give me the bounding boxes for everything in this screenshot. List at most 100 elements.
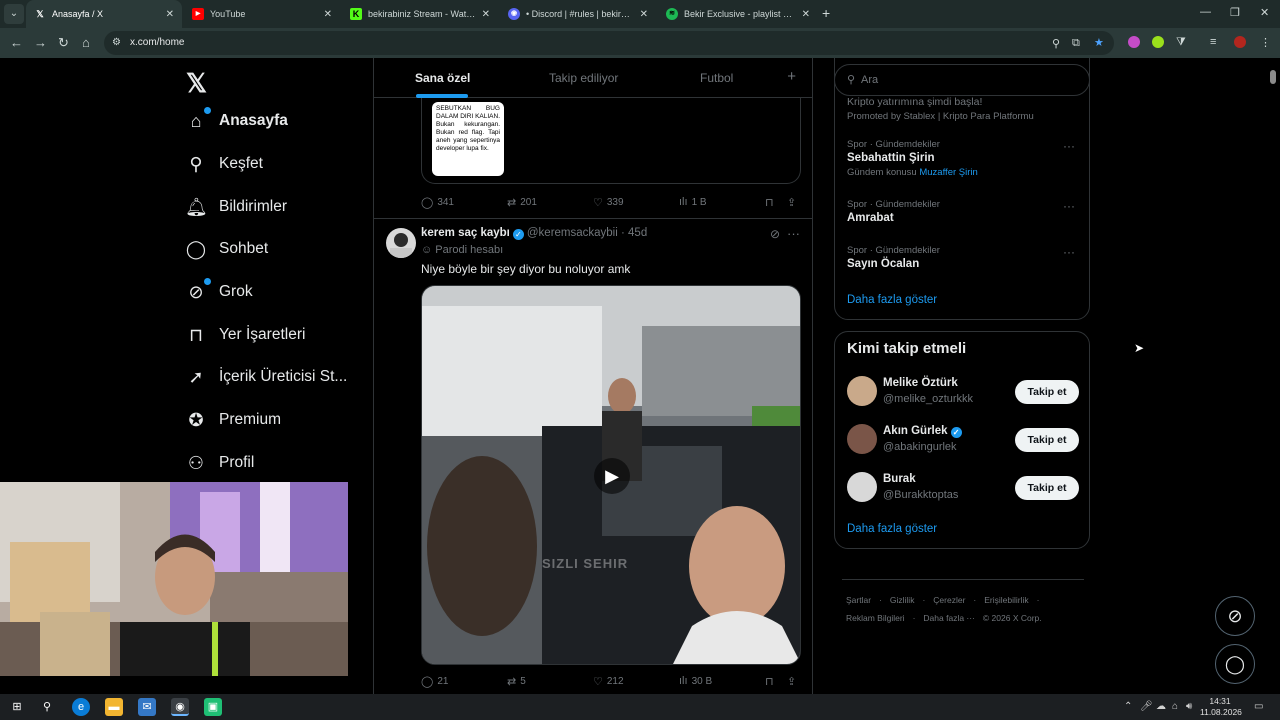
mail-icon[interactable]: ✉	[138, 698, 156, 716]
profile-avatar-icon[interactable]	[1234, 36, 1246, 48]
nav-item-grok[interactable]: ⊘ Grok	[185, 277, 253, 307]
x-logo[interactable]: 𝕏	[186, 68, 207, 99]
site-info-icon[interactable]: ⚙	[112, 37, 121, 48]
search-icon[interactable]: ⚲	[38, 698, 56, 716]
who-show-more-link[interactable]: Daha fazla göster	[847, 523, 937, 535]
repost-button[interactable]: ⇄ 5	[507, 675, 526, 688]
more-options-icon[interactable]: ···	[1063, 139, 1075, 153]
close-window-button[interactable]: ✕	[1260, 6, 1269, 19]
add-tab-icon[interactable]: +	[787, 68, 796, 85]
bookmark-star-icon[interactable]: ★	[1094, 36, 1104, 49]
share-button[interactable]: ⇪	[787, 196, 800, 209]
views-button[interactable]: ılı 30 B	[679, 675, 712, 687]
extensions-puzzle-icon[interactable]: ⧩	[1176, 36, 1186, 49]
chat-fab-button[interactable]: ◯	[1215, 644, 1255, 684]
address-bar[interactable]: ⚙ x.com/home ⚲ ⧉ ★	[104, 31, 1114, 55]
nav-item-notifications[interactable]: 🔔︎ Bildirimler	[185, 192, 287, 222]
browser-menu-icon[interactable]: ⋮	[1260, 36, 1271, 49]
microphone-icon[interactable]: 🎤︎	[1140, 701, 1153, 712]
browser-tab-spotify[interactable]: ≋ Bekir Exclusive - playlist by Bekir ✕	[658, 0, 818, 28]
reply-button[interactable]: ◯ 341	[421, 196, 454, 209]
avatar[interactable]	[386, 228, 416, 258]
avatar[interactable]	[847, 424, 877, 454]
more-options-icon[interactable]: ···	[1063, 199, 1075, 213]
tab-following[interactable]: Takip ediliyor	[549, 71, 618, 85]
home-button[interactable]: ⌂	[82, 35, 90, 50]
author-handle[interactable]: @keremsackaybii	[527, 227, 618, 239]
extension-icon[interactable]	[1152, 36, 1164, 48]
trend-item[interactable]: Spor · Gündemdekiler Sebahattin Şirin Gü…	[847, 139, 978, 178]
nav-item-profile[interactable]: ⚇ Profil	[185, 448, 254, 478]
nav-item-home[interactable]: ⌂ Anasayfa	[185, 106, 288, 136]
browser-tab-discord[interactable]: ◉ • Discord | #rules | bekirabiniz ✕	[500, 0, 656, 28]
app-icon[interactable]: ▣	[204, 698, 222, 716]
play-icon[interactable]: ▶	[594, 458, 630, 494]
network-icon[interactable]: ⌂	[1172, 701, 1178, 712]
footer-link[interactable]: Gizlilik	[890, 595, 915, 605]
bookmark-button[interactable]: ⊓	[765, 196, 778, 209]
search-box[interactable]: ⚲ Ara	[834, 64, 1090, 96]
tweet-media[interactable]: SEBUTKAN BUG DALAM DIRI KALIAN. Bukan ke…	[421, 98, 801, 184]
follow-suggestion[interactable]: Melike Öztürk @melike_ozturkkk Takip et	[847, 376, 1079, 408]
browser-tab-youtube[interactable]: ▶ YouTube ✕	[184, 0, 340, 28]
windows-start-icon[interactable]: ⊞	[8, 698, 26, 716]
avatar[interactable]	[847, 376, 877, 406]
suggestion-name[interactable]: Akın Gürlek ✓	[883, 425, 962, 438]
trend-related-link[interactable]: Muzaffer Şirin	[919, 167, 977, 178]
tab-search-button[interactable]: ⌄	[4, 4, 24, 24]
share-button[interactable]: ⇪	[787, 675, 800, 688]
nav-item-premium[interactable]: ✪ Premium	[185, 405, 281, 435]
follow-button[interactable]: Takip et	[1015, 380, 1079, 404]
footer-link[interactable]: Şartlar	[846, 595, 871, 605]
zoom-icon[interactable]: ⚲	[1052, 37, 1060, 50]
grok-icon[interactable]: ⊘	[770, 227, 780, 241]
page-scrollbar[interactable]	[1270, 60, 1276, 690]
tab-for-you[interactable]: Sana özel	[415, 71, 470, 85]
forward-button[interactable]: →	[34, 35, 47, 50]
avatar[interactable]	[847, 472, 877, 502]
close-icon[interactable]: ✕	[166, 9, 174, 20]
search-input[interactable]: Ara	[861, 74, 878, 86]
bookmark-button[interactable]: ⊓	[765, 675, 778, 688]
media-control-icon[interactable]: ≡	[1210, 36, 1216, 48]
tab-football[interactable]: Futbol	[700, 71, 733, 85]
install-app-icon[interactable]: ⧉	[1072, 37, 1080, 50]
browser-tab-x[interactable]: 𝕏 Anasayfa / X ✕	[26, 0, 182, 28]
close-icon[interactable]: ✕	[324, 9, 332, 20]
more-options-icon[interactable]: ···	[1063, 245, 1075, 259]
footer-link[interactable]: Çerezler	[933, 595, 965, 605]
nav-item-chat[interactable]: ◯ Sohbet	[185, 234, 268, 264]
trend-item[interactable]: Spor · Gündemdekiler Amrabat	[847, 199, 940, 224]
volume-icon[interactable]: 🔊︎	[1186, 701, 1192, 712]
new-tab-button[interactable]: +	[822, 5, 830, 21]
system-clock[interactable]: 14:31 11.08.2026	[1200, 696, 1242, 718]
nav-item-bookmarks[interactable]: ⊓ Yer İşaretleri	[185, 320, 305, 350]
follow-suggestion[interactable]: Akın Gürlek ✓ @abakingurlek Takip et	[847, 424, 1079, 456]
tray-overflow-icon[interactable]: ⌃	[1124, 701, 1132, 712]
reload-button[interactable]: ↻	[58, 35, 69, 51]
footer-link[interactable]: Daha fazla ···	[923, 613, 975, 623]
footer-link[interactable]: Erişilebilirlik	[984, 595, 1028, 605]
views-button[interactable]: ılı 1 B	[679, 196, 707, 208]
close-icon[interactable]: ✕	[802, 9, 810, 20]
suggestion-name[interactable]: Melike Öztürk	[883, 377, 958, 389]
reply-button[interactable]: ◯ 21	[421, 675, 448, 688]
follow-button[interactable]: Takip et	[1015, 476, 1079, 500]
more-options-icon[interactable]: ···	[787, 226, 800, 241]
promoted-trend[interactable]: Kripto yatırımına şimdi başla! Promoted …	[847, 94, 1034, 122]
tweet-time[interactable]: · 45d	[621, 227, 647, 239]
edge-browser-icon[interactable]: e	[72, 698, 90, 716]
file-explorer-icon[interactable]: ▬	[105, 698, 123, 716]
restore-button[interactable]: ❐	[1230, 6, 1240, 19]
nav-item-explore[interactable]: ⚲ Keşfet	[185, 149, 263, 179]
back-button[interactable]: ←	[10, 35, 23, 50]
suggestion-name[interactable]: Burak	[883, 473, 916, 485]
browser-tab-kick[interactable]: K bekirabiniz Stream - Watch Live ✕	[342, 0, 498, 28]
close-icon[interactable]: ✕	[640, 9, 648, 20]
scrollbar-thumb[interactable]	[1270, 70, 1276, 84]
footer-link[interactable]: Reklam Bilgileri	[846, 613, 905, 623]
grok-fab-button[interactable]: ⊘	[1215, 596, 1255, 636]
close-icon[interactable]: ✕	[482, 9, 490, 20]
extension-icon[interactable]	[1128, 36, 1140, 48]
minimize-button[interactable]: —	[1200, 6, 1211, 18]
